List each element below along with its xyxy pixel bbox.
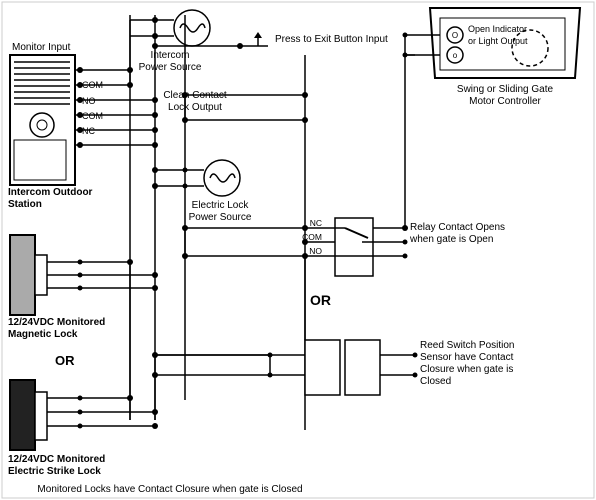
svg-text:or Light Output: or Light Output: [468, 36, 528, 46]
svg-text:Electric Strike Lock: Electric Strike Lock: [8, 466, 101, 477]
svg-text:o: o: [453, 51, 458, 60]
svg-text:O: O: [452, 31, 458, 40]
svg-text:Open Indicator: Open Indicator: [468, 24, 527, 34]
svg-text:NO: NO: [309, 246, 322, 256]
svg-text:COM: COM: [302, 232, 322, 242]
svg-text:NO: NO: [82, 96, 96, 106]
svg-text:Power Source: Power Source: [189, 212, 252, 223]
svg-text:Closure when gate is: Closure when gate is: [420, 364, 513, 375]
svg-text:Power Source: Power Source: [139, 62, 202, 73]
svg-text:12/24VDC Monitored: 12/24VDC Monitored: [8, 454, 105, 465]
svg-text:Swing or Sliding Gate: Swing or Sliding Gate: [457, 84, 554, 95]
svg-text:Relay Contact Opens: Relay Contact Opens: [410, 222, 505, 233]
svg-text:OR: OR: [310, 292, 331, 308]
svg-text:Intercom Outdoor: Intercom Outdoor: [8, 187, 93, 198]
svg-text:COM: COM: [82, 111, 103, 121]
svg-text:Reed Switch Position: Reed Switch Position: [420, 340, 515, 351]
svg-text:Electric Lock: Electric Lock: [192, 200, 250, 211]
svg-text:Intercom: Intercom: [151, 50, 190, 61]
svg-text:OR: OR: [55, 353, 75, 368]
svg-text:Sensor have Contact: Sensor have Contact: [420, 352, 514, 363]
svg-text:Press to Exit Button Input: Press to Exit Button Input: [275, 34, 388, 45]
svg-text:Station: Station: [8, 199, 42, 210]
svg-text:Closed: Closed: [420, 376, 451, 387]
svg-text:12/24VDC Monitored: 12/24VDC Monitored: [8, 317, 105, 328]
wiring-diagram: Monitor Input COM NO COM NC Intercom Out…: [0, 0, 596, 500]
svg-text:Magnetic Lock: Magnetic Lock: [8, 329, 78, 340]
svg-text:Monitored Locks have Contact C: Monitored Locks have Contact Closure whe…: [37, 484, 302, 495]
svg-text:when gate is Open: when gate is Open: [409, 234, 493, 245]
svg-text:NC: NC: [310, 218, 322, 228]
svg-text:NC: NC: [82, 126, 95, 136]
svg-text:Monitor Input: Monitor Input: [12, 42, 71, 53]
svg-text:Lock Output: Lock Output: [168, 102, 222, 113]
svg-text:Motor Controller: Motor Controller: [469, 96, 541, 107]
